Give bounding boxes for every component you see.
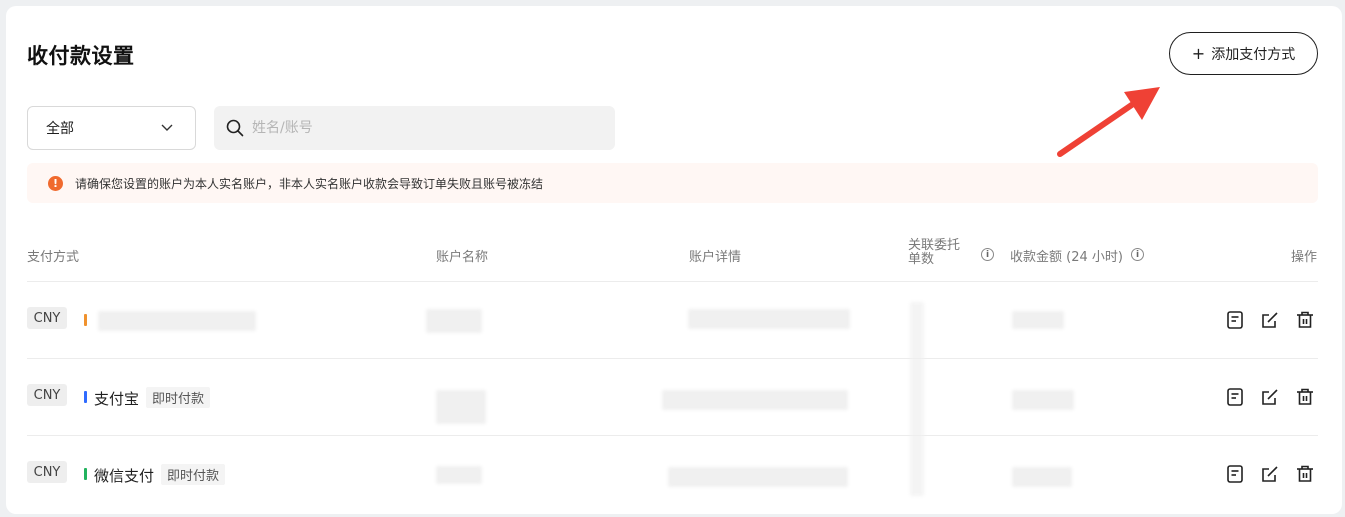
delete-icon[interactable] <box>1295 387 1315 407</box>
linked-orders-line2: 单数 <box>908 252 935 267</box>
row-divider <box>27 435 1318 436</box>
redacted-account-name <box>426 309 482 333</box>
delete-icon[interactable] <box>1295 310 1315 330</box>
method-filter-select[interactable]: 全部 <box>27 106 196 150</box>
search-input[interactable] <box>252 120 592 136</box>
column-header-linked-orders: 关联委托 单数 <box>908 239 960 267</box>
delete-icon[interactable] <box>1295 464 1315 484</box>
instant-payment-tag: 即时付款 <box>146 387 211 408</box>
redacted-amount <box>1012 467 1072 487</box>
exclamation-icon: ! <box>48 175 63 191</box>
plus-icon: + <box>1191 43 1206 63</box>
details-icon[interactable] <box>1225 464 1245 484</box>
redacted-amount <box>1012 390 1074 410</box>
redacted-amount <box>1012 311 1064 329</box>
row-divider <box>27 358 1318 359</box>
currency-badge: CNY <box>27 461 67 483</box>
column-header-account-name: 账户名称 <box>436 250 489 265</box>
add-payment-method-label: 添加支付方式 <box>1211 46 1296 63</box>
currency-badge: CNY <box>27 307 67 329</box>
method-filter-value: 全部 <box>46 121 74 137</box>
page-title: 收付款设置 <box>27 44 135 68</box>
payment-settings-card: 收付款设置 + 添加支付方式 全部 ! 请确保您设置的账户为本人实名账户，非本人… <box>6 6 1342 514</box>
currency-badge: CNY <box>27 384 67 406</box>
redacted-account-detail <box>668 467 848 487</box>
edit-icon[interactable] <box>1260 387 1280 407</box>
search-box[interactable] <box>214 106 615 150</box>
method-color-mark <box>84 314 87 326</box>
edit-icon[interactable] <box>1260 464 1280 484</box>
info-icon[interactable]: i <box>1131 248 1144 261</box>
edit-icon[interactable] <box>1260 310 1280 330</box>
column-header-method: 支付方式 <box>27 250 80 265</box>
redacted-account-detail <box>662 390 848 410</box>
method-color-mark <box>84 468 87 480</box>
redacted-linked-orders <box>910 302 924 496</box>
row-divider <box>27 281 1318 282</box>
info-icon[interactable]: i <box>981 248 994 261</box>
method-name: 微信支付 <box>94 467 155 485</box>
add-payment-method-button[interactable]: + 添加支付方式 <box>1169 32 1318 75</box>
redacted-account-name <box>436 466 482 484</box>
details-icon[interactable] <box>1225 387 1245 407</box>
search-icon <box>226 119 244 137</box>
column-header-amount: 收款金额 (24 小时) <box>1010 250 1123 265</box>
real-name-notice: ! 请确保您设置的账户为本人实名账户，非本人实名账户收款会导致订单失败且账号被冻… <box>27 163 1318 203</box>
chevron-down-icon <box>161 124 173 131</box>
linked-orders-line1: 关联委托 <box>908 238 961 253</box>
red-arrow-annotation <box>1057 87 1160 157</box>
redacted-account-name <box>436 390 486 424</box>
redacted-account-detail <box>688 309 850 329</box>
details-icon[interactable] <box>1225 310 1245 330</box>
column-header-actions: 操作 <box>1291 250 1318 265</box>
notice-text: 请确保您设置的账户为本人实名账户，非本人实名账户收款会导致订单失败且账号被冻结 <box>75 176 544 191</box>
method-color-mark <box>84 391 87 403</box>
method-name: 支付宝 <box>94 390 140 408</box>
redacted-method <box>98 311 256 331</box>
instant-payment-tag: 即时付款 <box>161 464 226 485</box>
column-header-account-detail: 账户详情 <box>689 250 742 265</box>
